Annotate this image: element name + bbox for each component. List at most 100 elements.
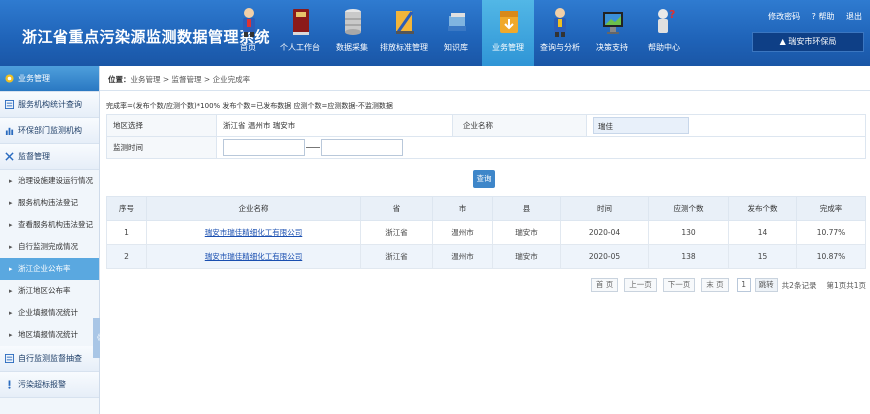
go-button[interactable]: 跳转 xyxy=(754,278,778,292)
time-label: 监测时间 xyxy=(106,136,217,159)
sidebar-item-agency-violation[interactable]: 服务机构违法登记 xyxy=(0,192,99,214)
nav-business-management[interactable]: 业务管理 xyxy=(482,0,534,66)
nav-workbench[interactable]: 个人工作台 xyxy=(274,0,326,66)
nav-data-collection[interactable]: 数据采集 xyxy=(326,0,378,66)
col-county: 县 xyxy=(492,196,561,221)
help-person-icon: ? xyxy=(658,8,675,33)
col-province: 省 xyxy=(360,196,433,221)
date-range-dash xyxy=(306,147,320,148)
cell-province: 浙江省 xyxy=(360,220,433,245)
nav-help-center[interactable]: ? 帮助中心 xyxy=(638,0,690,66)
nav-emission-standards[interactable]: 排放标准管理 xyxy=(378,0,430,66)
sidebar-item-self-monitoring[interactable]: 自行监测完成情况 xyxy=(0,236,99,258)
sidebar-item-region-publish-rate[interactable]: 浙江地区公布率 xyxy=(0,280,99,302)
logout-link[interactable]: 退出 xyxy=(846,12,862,21)
person-icon xyxy=(243,8,255,37)
sidebar-section-label: 污染超标报警 xyxy=(18,380,66,389)
col-no: 序号 xyxy=(106,196,147,221)
sidebar-item-company-report-stats[interactable]: 企业填报情况统计 xyxy=(0,302,99,324)
app-header: 浙江省重点污染源监测数据管理系统 首页 个人工作台 数据采集 排放标准管理 知识… xyxy=(0,0,870,66)
sidebar-section-env-agency[interactable]: 环保部门监测机构 xyxy=(0,118,99,144)
col-company: 企业名称 xyxy=(146,196,361,221)
end-date-input[interactable] xyxy=(321,139,403,156)
sidebar-section-label: 环保部门监测机构 xyxy=(18,126,82,135)
database-icon xyxy=(345,9,361,35)
cell-province: 浙江省 xyxy=(360,244,433,269)
col-rate: 完成率 xyxy=(796,196,866,221)
department-badge[interactable]: ▲ 瑞安市环保局 xyxy=(752,32,864,52)
breadcrumb-label: 位置： xyxy=(108,75,131,84)
nav-decision-support[interactable]: 决策支持 xyxy=(586,0,638,66)
col-published: 发布个数 xyxy=(728,196,797,221)
cell-rate: 10.87% xyxy=(796,244,866,269)
svg-text:?: ? xyxy=(669,8,675,21)
table-row: 2 瑞安市瑞佳精细化工有限公司 浙江省 温州市 瑞安市 2020-05 138 … xyxy=(106,244,866,269)
download-box-icon xyxy=(500,11,518,33)
company-link[interactable]: 瑞安市瑞佳精细化工有限公司 xyxy=(205,228,303,237)
sidebar-section-label: 自行监测监督抽查 xyxy=(18,354,82,363)
divider xyxy=(100,90,870,91)
person-search-icon xyxy=(554,8,566,37)
sidebar-section-spot-check[interactable]: 自行监测监督抽查 xyxy=(0,346,99,372)
nav-knowledge-base[interactable]: 知识库 xyxy=(430,0,482,66)
top-nav: 首页 个人工作台 数据采集 排放标准管理 知识库 业务管理 查询与分析 决策支持… xyxy=(222,0,690,66)
company-link[interactable]: 瑞安市瑞佳精细化工有限公司 xyxy=(205,252,303,261)
sidebar: 业务管理 服务机构统计查询 环保部门监测机构 监督管理 治理设施建设运行情况 服… xyxy=(0,66,100,414)
sidebar-section-agency-stats[interactable]: 服务机构统计查询 xyxy=(0,92,99,118)
sidebar-collapse-handle[interactable]: 《 xyxy=(93,318,101,358)
col-city: 市 xyxy=(432,196,493,221)
cell-county: 瑞安市 xyxy=(492,220,561,245)
cell-rate: 10.77% xyxy=(796,220,866,245)
ruler-icon xyxy=(396,11,414,34)
query-button[interactable]: 查询 xyxy=(473,170,495,188)
table-row: 1 瑞安市瑞佳精细化工有限公司 浙江省 温州市 瑞安市 2020-04 130 … xyxy=(106,220,866,245)
first-page-button[interactable]: 首 页 xyxy=(590,278,619,292)
sidebar-section-supervision[interactable]: 监督管理 xyxy=(0,144,99,170)
cell-time: 2020-05 xyxy=(560,244,649,269)
cell-published: 15 xyxy=(728,244,797,269)
prev-page-button[interactable]: 上一页 xyxy=(624,278,657,292)
start-date-input[interactable] xyxy=(223,139,305,156)
nav-query-analysis[interactable]: 查询与分析 xyxy=(534,0,586,66)
circle-badge-icon xyxy=(5,74,14,83)
cell-no: 2 xyxy=(106,244,147,269)
list-icon xyxy=(5,100,14,109)
breadcrumb-path: 业务管理 > 监督管理 > 企业完成率 xyxy=(130,75,251,84)
formula-note: 完成率=(发布个数/应测个数)*100% 发布个数=已发布数据 应测个数=应测数… xyxy=(106,102,393,110)
sidebar-section-label: 业务管理 xyxy=(18,74,50,83)
sidebar-item-facility-operation[interactable]: 治理设施建设运行情况 xyxy=(0,170,99,192)
cell-expected: 130 xyxy=(648,220,729,245)
monitor-icon xyxy=(603,12,623,34)
table-header-row: 序号 企业名称 省 市 县 时间 应测个数 发布个数 完成率 xyxy=(106,196,866,221)
top-links: 修改密码 ? 帮助 退出 xyxy=(759,11,862,22)
region-select[interactable]: 浙江省 温州市 瑞安市 xyxy=(216,114,453,137)
page-number-input[interactable]: 1 xyxy=(736,278,751,292)
change-password-link[interactable]: 修改密码 xyxy=(768,12,800,21)
pagination: 首 页 上一页 下一页 末 页 1 跳转 共2条记录 第1页共1页 xyxy=(585,278,866,292)
help-link[interactable]: ? 帮助 xyxy=(812,12,835,21)
cell-published: 14 xyxy=(728,220,797,245)
sidebar-section-label: 监督管理 xyxy=(18,152,50,161)
results-table: 序号 企业名称 省 市 县 时间 应测个数 发布个数 完成率 1 瑞安市瑞佳精细… xyxy=(106,196,866,269)
nav-home[interactable]: 首页 xyxy=(222,0,274,66)
sidebar-section-alarm[interactable]: 污染超标报警 xyxy=(0,372,99,398)
last-page-button[interactable]: 末 页 xyxy=(701,278,729,292)
col-time: 时间 xyxy=(560,196,649,221)
cell-city: 温州市 xyxy=(432,244,493,269)
page-info: 第1页共1页 xyxy=(826,280,866,290)
nav-label: 帮助中心 xyxy=(648,43,680,52)
tools-icon xyxy=(5,152,14,161)
region-label: 地区选择 xyxy=(106,114,217,137)
sidebar-item-region-report-stats[interactable]: 地区填报情况统计 xyxy=(0,324,99,346)
company-name-input[interactable]: 瑞佳 xyxy=(593,117,689,134)
filter-form: 地区选择 浙江省 温州市 瑞安市 企业名称 瑞佳 监测时间 xyxy=(106,114,866,159)
sidebar-section-business[interactable]: 业务管理 xyxy=(0,66,99,92)
book-icon xyxy=(293,9,309,35)
breadcrumb: 位置：业务管理 > 监督管理 > 企业完成率 xyxy=(108,74,250,85)
next-page-button[interactable]: 下一页 xyxy=(662,278,696,292)
sidebar-section-label: 服务机构统计查询 xyxy=(18,100,82,109)
cell-expected: 138 xyxy=(648,244,729,269)
cell-city: 温州市 xyxy=(432,220,493,245)
sidebar-item-company-publish-rate[interactable]: 浙江企业公布率 xyxy=(0,258,99,280)
sidebar-item-view-agency-violation[interactable]: 查看服务机构违法登记 xyxy=(0,214,99,236)
